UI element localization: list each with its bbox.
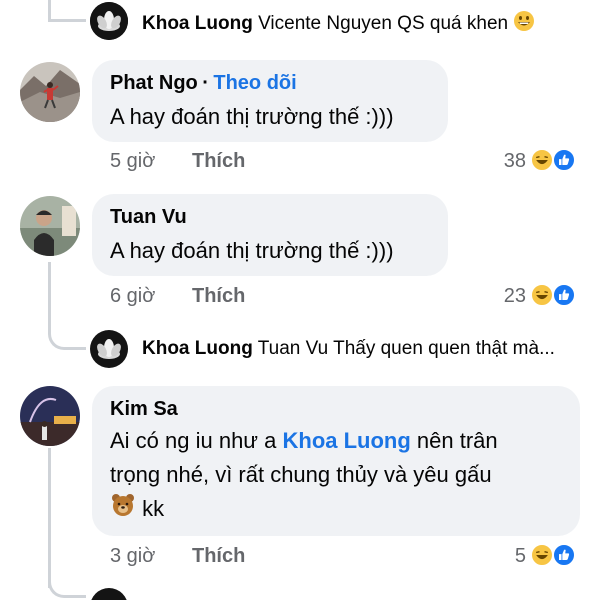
thread-connector	[48, 570, 86, 598]
comment-author[interactable]: Tuan Vu	[110, 206, 187, 228]
like-reaction-icon	[552, 283, 576, 307]
like-button[interactable]: Thích	[192, 285, 245, 308]
follow-button[interactable]: Theo dõi	[213, 72, 296, 94]
comment-time[interactable]: 3 giờ	[110, 545, 155, 568]
grinning-face-icon	[513, 10, 535, 38]
avatar[interactable]	[20, 62, 80, 122]
like-reaction-icon	[552, 543, 576, 567]
separator-dot: ·	[202, 72, 209, 94]
comment-text-part: nên trân	[410, 428, 498, 453]
mention-link[interactable]: Khoa Luong	[283, 428, 411, 453]
avatar[interactable]	[20, 196, 80, 256]
comment-bubble: Tuan Vu A hay đoán thị trường thế :)))	[92, 194, 448, 276]
reply-preview[interactable]: Khoa Luong Vicente Nguyen QS quá khen	[142, 10, 535, 38]
comment-text-line: trọng nhé, vì rất chung thủy và yêu gấu	[110, 462, 492, 487]
like-button[interactable]: Thích	[192, 150, 245, 173]
thread-connector	[48, 0, 86, 22]
comment-text-part: kk	[142, 496, 165, 521]
reply-preview[interactable]: Khoa Luong Tuan Vu Thấy quen quen thật m…	[142, 338, 555, 360]
comment-author[interactable]: Kim Sa	[110, 398, 178, 420]
avatar[interactable]	[20, 386, 80, 446]
thread-connector	[48, 310, 86, 350]
reply-author[interactable]: Khoa Luong	[142, 338, 253, 359]
mountain-avatar-icon	[20, 62, 80, 122]
haha-reaction-icon	[530, 148, 554, 172]
reply-text: Tuan Vu Thấy quen quen thật mà...	[257, 338, 555, 359]
reaction-count[interactable]: 38	[478, 150, 526, 173]
comment-time[interactable]: 5 giờ	[110, 150, 155, 173]
night-city-avatar-icon	[20, 386, 80, 446]
reaction-count[interactable]: 23	[478, 285, 526, 308]
comment-bubble: Phat Ngo · Theo dõi A hay đoán thị trườn…	[92, 60, 448, 142]
like-reaction-icon	[552, 148, 576, 172]
comment-text: A hay đoán thị trường thế :)))	[110, 238, 394, 263]
lotus-avatar-icon	[90, 2, 128, 40]
person-avatar-icon	[20, 196, 80, 256]
thread-line	[48, 448, 51, 588]
avatar[interactable]	[90, 330, 128, 368]
avatar[interactable]	[90, 2, 128, 40]
comment-author[interactable]: Phat Ngo	[110, 72, 198, 94]
haha-reaction-icon	[530, 543, 554, 567]
comment-text: A hay đoán thị trường thế :)))	[110, 104, 394, 129]
avatar[interactable]	[90, 588, 128, 600]
reaction-count[interactable]: 5	[478, 545, 526, 568]
comment-text-part: Ai có ng iu như a	[110, 428, 283, 453]
haha-reaction-icon	[530, 283, 554, 307]
reply-text: Vicente Nguyen QS quá khen	[258, 13, 509, 35]
reply-author[interactable]: Khoa Luong	[142, 13, 253, 34]
comment-time[interactable]: 6 giờ	[110, 285, 155, 308]
comment-bubble: Kim Sa Ai có ng iu như a Khoa Luong nên …	[92, 386, 580, 536]
bear-face-icon	[110, 492, 136, 528]
comment-text: Ai có ng iu như a Khoa Luong nên trân tr…	[110, 424, 570, 528]
like-button[interactable]: Thích	[192, 545, 245, 568]
lotus-avatar-icon	[90, 330, 128, 368]
